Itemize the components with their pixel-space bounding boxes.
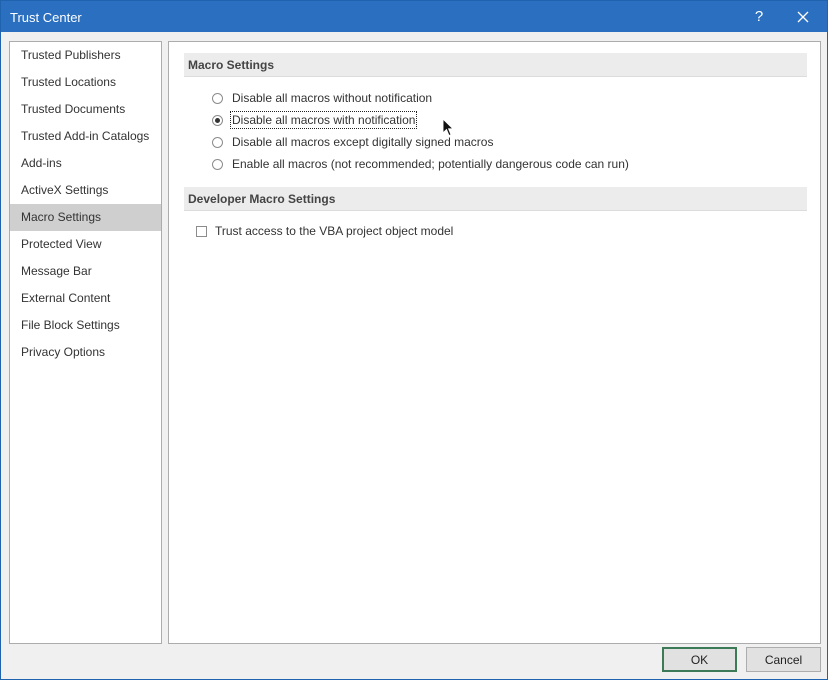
radio-button-selected[interactable] [212, 114, 223, 126]
sidebar-item-privacy-options[interactable]: Privacy Options [10, 339, 161, 366]
settings-panel: Macro Settings Disable all macros withou… [168, 41, 821, 644]
sidebar-nav: Trusted Publishers Trusted Locations Tru… [9, 41, 162, 644]
vba-trust-label: Trust access to the VBA project object m… [215, 224, 454, 238]
radio-label: Disable all macros except digitally sign… [232, 135, 494, 149]
radio-button[interactable] [212, 158, 223, 170]
sidebar-item-add-ins[interactable]: Add-ins [10, 150, 161, 177]
developer-macro-settings-header: Developer Macro Settings [184, 187, 807, 211]
sidebar-item-activex-settings[interactable]: ActiveX Settings [10, 177, 161, 204]
sidebar-item-trusted-add-in-catalogs[interactable]: Trusted Add-in Catalogs [10, 123, 161, 150]
macro-option-disable-without-notification[interactable]: Disable all macros without notification [212, 88, 433, 108]
radio-button[interactable] [212, 136, 223, 148]
sidebar-item-trusted-publishers[interactable]: Trusted Publishers [10, 42, 161, 69]
radio-label: Disable all macros without notification [232, 91, 433, 105]
close-icon [797, 11, 809, 22]
macro-option-disable-with-notification[interactable]: Disable all macros with notification [212, 110, 418, 130]
ok-button[interactable]: OK [662, 647, 737, 672]
sidebar-item-file-block-settings[interactable]: File Block Settings [10, 312, 161, 339]
radio-label: Disable all macros with notification [229, 111, 418, 129]
macro-option-enable-all[interactable]: Enable all macros (not recommended; pote… [212, 154, 630, 174]
mouse-pointer-icon [442, 118, 454, 137]
sidebar-item-external-content[interactable]: External Content [10, 285, 161, 312]
cancel-button[interactable]: Cancel [746, 647, 821, 672]
sidebar-item-trusted-locations[interactable]: Trusted Locations [10, 69, 161, 96]
trust-center-dialog: Trust Center ? Trusted Publishers Truste… [0, 0, 828, 680]
sidebar-item-protected-view[interactable]: Protected View [10, 231, 161, 258]
radio-button[interactable] [212, 92, 223, 104]
close-button[interactable] [781, 1, 825, 32]
sidebar-item-macro-settings[interactable]: Macro Settings [10, 204, 161, 231]
sidebar-item-trusted-documents[interactable]: Trusted Documents [10, 96, 161, 123]
vba-trust-checkbox[interactable] [196, 225, 207, 237]
help-button[interactable]: ? [737, 1, 781, 32]
vba-trust-option[interactable]: Trust access to the VBA project object m… [196, 221, 453, 241]
help-icon: ? [754, 8, 764, 25]
sidebar-item-message-bar[interactable]: Message Bar [10, 258, 161, 285]
title-bar: Trust Center ? [1, 1, 827, 32]
macro-settings-header: Macro Settings [184, 53, 807, 77]
window-title: Trust Center [10, 10, 82, 25]
radio-label: Enable all macros (not recommended; pote… [232, 157, 629, 171]
